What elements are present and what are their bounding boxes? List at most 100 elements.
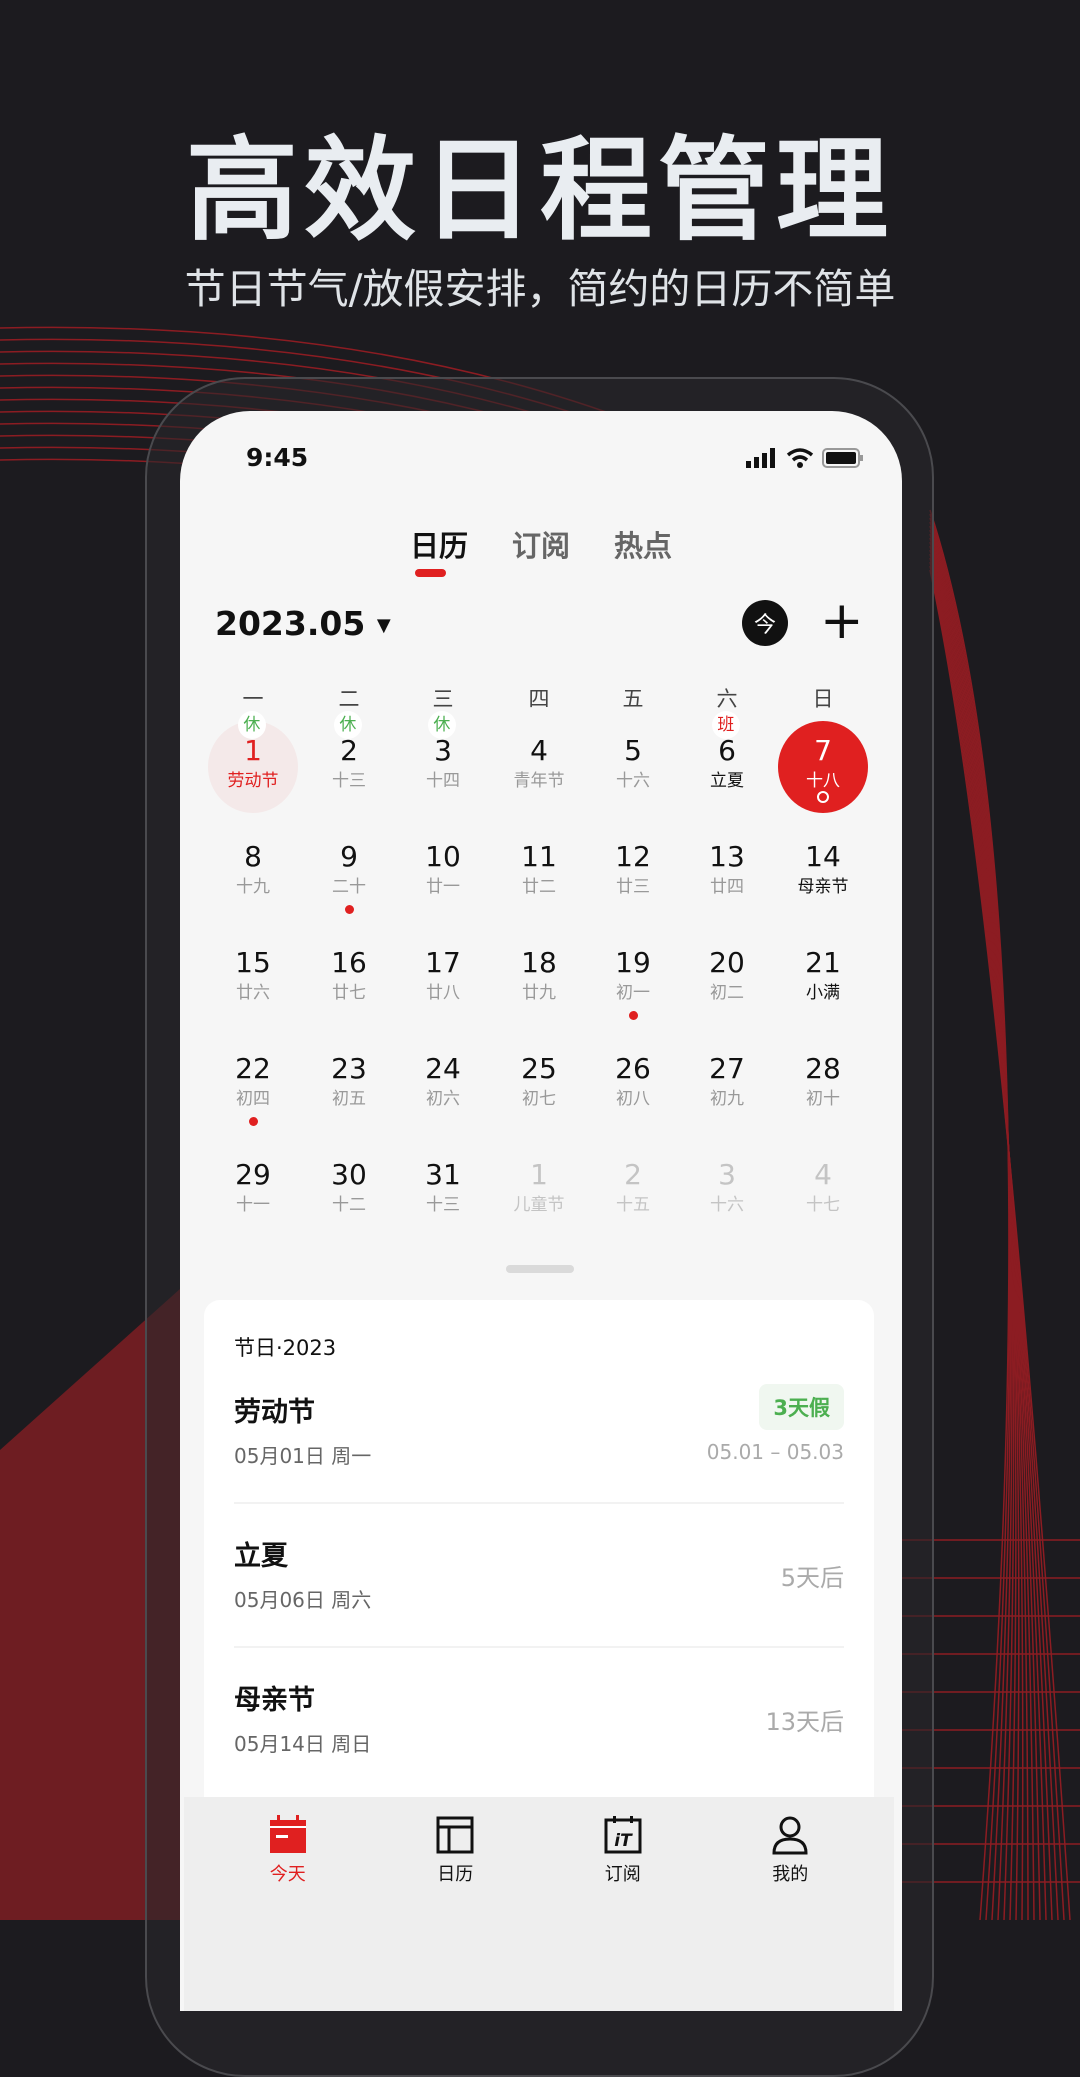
calendar-day[interactable]: 1休 劳动节: [207, 711, 299, 833]
calendar-day[interactable]: 23 初五: [303, 1051, 395, 1151]
month-selector[interactable]: 2023.05 ▼: [215, 604, 391, 643]
festival-name: 劳动节: [234, 1397, 315, 1428]
month-label: 2023.05: [215, 604, 366, 643]
calendar-day[interactable]: 28 初十: [777, 1051, 869, 1151]
holiday-range: 05.01 – 05.03: [706, 1440, 844, 1464]
lunar-label: 初九: [710, 1089, 744, 1109]
calendar-day[interactable]: 5 十六: [587, 733, 679, 833]
event-dot: [817, 791, 829, 803]
weekday-label: 五: [622, 687, 644, 711]
lunar-label: 廿七: [332, 983, 366, 1003]
calendar-day[interactable]: 14 母亲节: [777, 839, 869, 939]
tab-calendar[interactable]: 日历: [410, 523, 468, 565]
lunar-label: 二十: [332, 877, 366, 897]
signal-icon: [746, 448, 775, 468]
promo-subtitle: 节日节气/放假安排，简约的日历不简单: [184, 265, 896, 313]
calendar-day[interactable]: 15 廿六: [207, 945, 299, 1045]
day-number: 9: [340, 840, 358, 873]
weekday-label: 日: [812, 687, 834, 711]
user-icon: [772, 1816, 808, 1855]
day-number: 10: [425, 840, 461, 873]
lunar-label: 十六: [616, 771, 650, 791]
calendar-day[interactable]: 18 廿九: [493, 945, 585, 1045]
status-time: 9:45: [246, 443, 309, 472]
tab-hot[interactable]: 热点: [614, 523, 672, 565]
calendar-day[interactable]: 22 初四: [207, 1051, 299, 1151]
calendar-day[interactable]: 11 廿二: [493, 839, 585, 939]
calendar-day[interactable]: 13 廿四: [681, 839, 773, 939]
festival-item[interactable]: 劳动节 05月01日 周一 3天假 05.01 – 05.03: [234, 1360, 844, 1504]
calendar-day[interactable]: 17 廿八: [397, 945, 489, 1045]
calendar-day[interactable]: 9 二十: [303, 839, 395, 939]
lunar-label: 立夏: [710, 771, 744, 791]
lunar-label: 十九: [236, 877, 270, 897]
calendar-day[interactable]: 4 青年节: [493, 733, 585, 833]
tab-subscribe[interactable]: 订阅: [512, 523, 570, 565]
calendar-day[interactable]: 25 初七: [493, 1051, 585, 1151]
festival-item[interactable]: 母亲节 05月14日 周日 13天后: [234, 1648, 844, 1792]
drag-handle[interactable]: [506, 1265, 574, 1273]
nav-subscribe[interactable]: iT 订阅: [573, 1797, 673, 2011]
status-icons: [746, 447, 864, 469]
lunar-label: 初五: [332, 1089, 366, 1109]
calendar-day[interactable]: 12 廿三: [587, 839, 679, 939]
lunar-label: 初四: [236, 1089, 270, 1109]
lunar-label: 十七: [806, 1195, 840, 1215]
festival-date: 05月06日 周六: [234, 1588, 372, 1612]
day-number: 1: [530, 1158, 548, 1191]
day-number: 5: [624, 734, 642, 767]
day-number: 7: [814, 734, 832, 767]
event-dot: [344, 905, 354, 914]
day-number: 25: [521, 1052, 557, 1085]
calendar-day[interactable]: 31 十三: [397, 1157, 489, 1257]
festival-item[interactable]: 立夏 05月06日 周六 5天后: [234, 1504, 844, 1648]
day-number: 4: [814, 1158, 832, 1191]
calendar-day[interactable]: 6班 立夏: [681, 711, 773, 833]
day-number: 26: [615, 1052, 651, 1085]
calendar-day[interactable]: 16 廿七: [303, 945, 395, 1045]
day-number: 29: [235, 1158, 271, 1191]
calendar-day[interactable]: 30 十二: [303, 1157, 395, 1257]
calendar-day[interactable]: 24 初六: [397, 1051, 489, 1151]
day-number: 20: [709, 946, 745, 979]
nav-label: 我的: [772, 1864, 809, 1885]
calendar-day[interactable]: 27 初九: [681, 1051, 773, 1151]
calendar-day[interactable]: 7 十八: [777, 721, 869, 833]
calendar-day[interactable]: 3 十六: [681, 1157, 773, 1257]
nav-label: 今天: [269, 1864, 306, 1885]
calendar-day[interactable]: 1 儿童节: [493, 1157, 585, 1257]
lunar-label: 廿八: [426, 983, 460, 1003]
event-dot: [248, 1117, 258, 1126]
lunar-label: 初八: [616, 1089, 650, 1109]
festival-countdown: 5天后: [780, 1564, 844, 1592]
festival-name: 立夏: [234, 1541, 288, 1572]
nav-calendar[interactable]: 日历: [405, 1797, 505, 2011]
calendar-day[interactable]: 29 十一: [207, 1157, 299, 1257]
calendar-day[interactable]: 19 初一: [587, 945, 679, 1045]
nav-me[interactable]: 我的: [740, 1797, 840, 2011]
weekday-label: 二: [338, 687, 360, 711]
wifi-icon: [786, 448, 814, 468]
day-number: 4: [530, 734, 548, 767]
add-button[interactable]: +: [820, 591, 864, 651]
day-number: 18: [521, 946, 557, 979]
calendar-day[interactable]: 2休 十三: [303, 711, 395, 833]
calendar-day[interactable]: 26 初八: [587, 1051, 679, 1151]
bottom-nav: 今天 日历 iT 订阅 我的: [184, 1797, 894, 2011]
lunar-label: 廿六: [236, 983, 270, 1003]
lunar-label: 初二: [710, 983, 744, 1003]
today-button[interactable]: 今: [742, 600, 788, 646]
svg-text:iT: iT: [614, 1831, 633, 1851]
calendar-day[interactable]: 3休 十四: [397, 711, 489, 833]
nav-today[interactable]: 今天: [238, 1797, 338, 2011]
calendar-day[interactable]: 8 十九: [207, 839, 299, 939]
calendar-day[interactable]: 10 廿一: [397, 839, 489, 939]
calendar-day[interactable]: 2 十五: [587, 1157, 679, 1257]
festival-date: 05月01日 周一: [234, 1444, 372, 1468]
nav-label: 订阅: [604, 1864, 641, 1885]
calendar-day[interactable]: 4 十七: [777, 1157, 869, 1257]
calendar-day[interactable]: 20 初二: [681, 945, 773, 1045]
calendar-day[interactable]: 21 小满: [777, 945, 869, 1045]
lunar-label: 十三: [332, 771, 366, 791]
day-number: 2: [624, 1158, 642, 1191]
